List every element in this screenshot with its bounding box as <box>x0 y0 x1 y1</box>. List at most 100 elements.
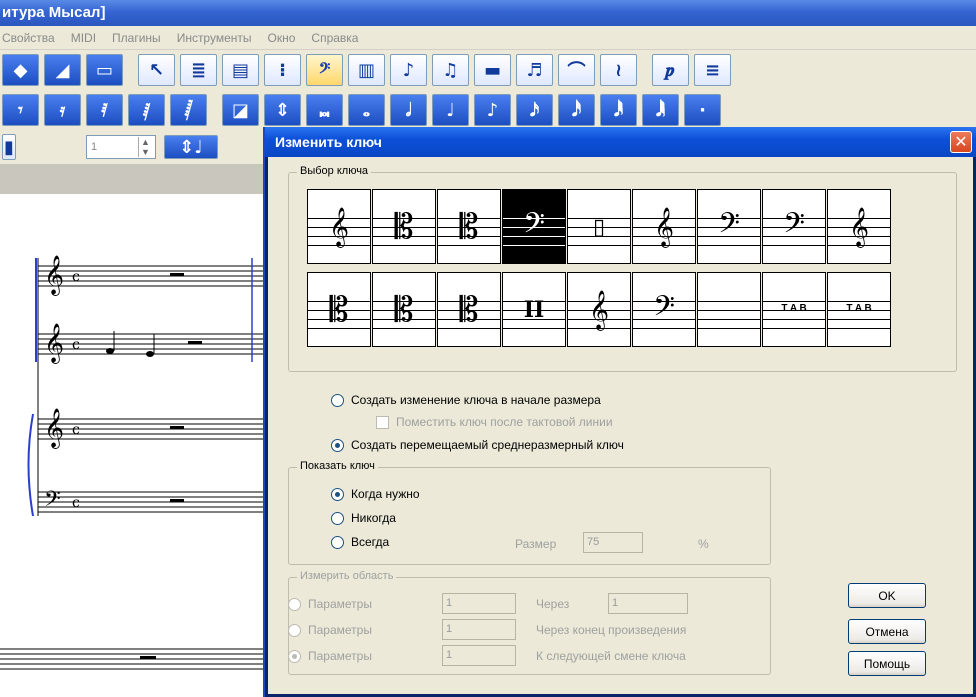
clef-tool-icon[interactable]: 𝄢 <box>306 54 343 86</box>
tool-button-1[interactable]: ◆ <box>2 54 39 86</box>
clef-none[interactable] <box>697 272 761 347</box>
bar-handle-icon[interactable]: ▮ <box>2 134 16 160</box>
rest-16-icon[interactable]: 𝄿 <box>44 94 81 126</box>
show-when-needed-label: Когда нужно <box>351 487 420 501</box>
range-param-input-1[interactable]: 1 <box>442 593 516 614</box>
menu-properties[interactable]: Свойства <box>2 31 55 49</box>
close-icon[interactable]: ✕ <box>950 131 972 153</box>
clef-tab-small[interactable]: T A B <box>827 272 891 347</box>
ok-button[interactable]: OK <box>848 583 926 608</box>
clef-treble[interactable]: 𝄞 <box>307 189 371 264</box>
clef-treble-8va[interactable]: 𝄞 <box>567 272 631 347</box>
half-note-icon[interactable]: 𝅗𝅥 <box>390 94 427 126</box>
menu-tools[interactable]: Инструменты <box>177 31 252 49</box>
app-title: итура Мысал] <box>2 4 106 21</box>
cancel-button[interactable]: Отмена <box>848 619 926 644</box>
clef-soprano[interactable]: 𝄡 <box>372 189 436 264</box>
slur-tool-icon[interactable]: ⌒ <box>558 54 595 86</box>
rest-128-icon[interactable]: 𝅂 <box>170 94 207 126</box>
score-header-band <box>0 164 270 194</box>
thirty-second-note-icon[interactable]: 𝅘𝅥𝅰 <box>558 94 595 126</box>
radio-never[interactable] <box>331 511 344 525</box>
measure-tool-icon[interactable]: ▤ <box>222 54 259 86</box>
note-value-icon[interactable]: ⇕♩ <box>164 135 218 159</box>
menu-window[interactable]: Окно <box>268 31 296 49</box>
notes-tool-icon[interactable]: ♫ <box>432 54 469 86</box>
show-when-needed[interactable]: Когда нужно <box>331 487 420 501</box>
clef-baritone-c[interactable]: 𝄡 <box>437 272 501 347</box>
radio-range-1[interactable] <box>288 597 301 611</box>
clef-alto-high[interactable]: 𝄡 <box>307 272 371 347</box>
eighth-note-icon[interactable]: ♪ <box>474 94 511 126</box>
repeat-tool-icon[interactable]: ⁝ <box>264 54 301 86</box>
clef-bass-8vb[interactable]: 𝄢 <box>697 189 761 264</box>
measure-spinner-value: 1 <box>91 141 98 153</box>
clef-treble-8vb[interactable]: 𝄞 <box>632 189 696 264</box>
range-param-input-2[interactable]: 1 <box>442 619 516 640</box>
selection-tool-icon[interactable]: ↖ <box>138 54 175 86</box>
clef-grid: 𝄞 𝄡 𝄡 𝄢 ▯ 𝄞 𝄢 𝄢 𝄞 𝄡 𝄡 𝄡 II 𝄞 𝄢 T A B T A… <box>307 189 895 354</box>
dot-icon[interactable]: · <box>684 94 721 126</box>
size-input[interactable]: 75 <box>583 532 643 553</box>
clef-bass-8va[interactable]: 𝄢 <box>632 272 696 347</box>
radio-movable[interactable] <box>331 438 344 452</box>
option-measure-start[interactable]: Создать изменение ключа в начале размера <box>331 393 601 407</box>
option-after-barline[interactable]: Поместить ключ после тактовой линии <box>376 415 613 429</box>
checkbox-after-barline[interactable] <box>376 415 389 429</box>
radio-always[interactable] <box>331 535 344 549</box>
pitch-icon[interactable]: ⇕ <box>264 94 301 126</box>
radio-range-3[interactable] <box>288 649 301 663</box>
dynamics-tool-icon[interactable]: 𝆏 <box>652 54 689 86</box>
chord-tool-icon[interactable]: ♬ <box>516 54 553 86</box>
tool-button-2[interactable]: ◢ <box>44 54 81 86</box>
range-param-input-3[interactable]: 1 <box>442 645 516 666</box>
sixteenth-note-icon[interactable]: 𝅘𝅥𝅯 <box>516 94 553 126</box>
clef-tenor[interactable]: 𝄡 <box>372 272 436 347</box>
whole-note-icon[interactable]: 𝅝 <box>348 94 385 126</box>
clef-bass-selected[interactable]: 𝄢 <box>502 189 566 264</box>
rest-32-icon[interactable]: 𝅀 <box>86 94 123 126</box>
clef-tab-large[interactable]: T A B <box>762 272 826 347</box>
show-always[interactable]: Всегда <box>331 535 389 549</box>
range-through-input[interactable]: 1 <box>608 593 688 614</box>
option-measure-start-label: Создать изменение ключа в начале размера <box>351 393 601 407</box>
option-movable[interactable]: Создать перемещаемый среднеразмерный клю… <box>331 438 624 452</box>
clef-percussion-box[interactable]: ▯ <box>567 189 631 264</box>
spinner-arrows-icon[interactable]: ▲ ▼ <box>138 137 152 157</box>
help-button[interactable]: Помощь <box>848 651 926 676</box>
c-clef-icon: 𝄡 <box>459 206 479 247</box>
clef-mezzo-soprano[interactable]: 𝄡 <box>437 189 501 264</box>
rest-64-icon[interactable]: 𝅁 <box>128 94 165 126</box>
eraser-icon[interactable]: ◪ <box>222 94 259 126</box>
sixty-fourth-note-icon[interactable]: 𝅘𝅥𝅱 <box>600 94 637 126</box>
svg-text:c: c <box>72 337 80 353</box>
show-never[interactable]: Никогда <box>331 511 396 525</box>
tool-button-3[interactable]: ▭ <box>86 54 123 86</box>
clef-percussion[interactable]: II <box>502 272 566 347</box>
ornament-tool-icon[interactable]: ≀ <box>600 54 637 86</box>
menu-midi[interactable]: MIDI <box>71 31 96 49</box>
keyboard-tool-icon[interactable]: ▬ <box>474 54 511 86</box>
radio-range-2[interactable] <box>288 623 301 637</box>
radio-measure-start[interactable] <box>331 393 344 407</box>
menu-plugins[interactable]: Плагины <box>112 31 161 49</box>
note-tool-icon[interactable]: ♪ <box>390 54 427 86</box>
text-tool-icon[interactable]: ≡ <box>694 54 731 86</box>
radio-when-needed[interactable] <box>331 487 344 501</box>
clef-french-violin[interactable]: 𝄞 <box>827 189 891 264</box>
breve-icon[interactable]: 𝅜 <box>306 94 343 126</box>
svg-text:𝄢: 𝄢 <box>44 487 61 517</box>
range-option-3[interactable]: Параметры <box>288 649 372 663</box>
measure-spinner[interactable]: 1 ▲ ▼ <box>86 135 156 159</box>
key-tool-icon[interactable]: ▥ <box>348 54 385 86</box>
quarter-note-icon[interactable]: ♩ <box>432 94 469 126</box>
range-option-1[interactable]: Параметры <box>288 597 372 611</box>
range-option-2[interactable]: Параметры <box>288 623 372 637</box>
staff-tool-icon[interactable]: ≣ <box>180 54 217 86</box>
clef-baritone-f[interactable]: 𝄢 <box>762 189 826 264</box>
menu-help[interactable]: Справка <box>311 31 358 49</box>
rest-8-icon[interactable]: 𝄾 <box>2 94 39 126</box>
score-canvas[interactable]: 𝄞 𝄞 𝄞 𝄢 c c c c <box>0 194 270 697</box>
score-staves: 𝄞 𝄞 𝄞 𝄢 c c c c <box>0 255 270 670</box>
one-twenty-eighth-note-icon[interactable]: 𝅘𝅥𝅲 <box>642 94 679 126</box>
